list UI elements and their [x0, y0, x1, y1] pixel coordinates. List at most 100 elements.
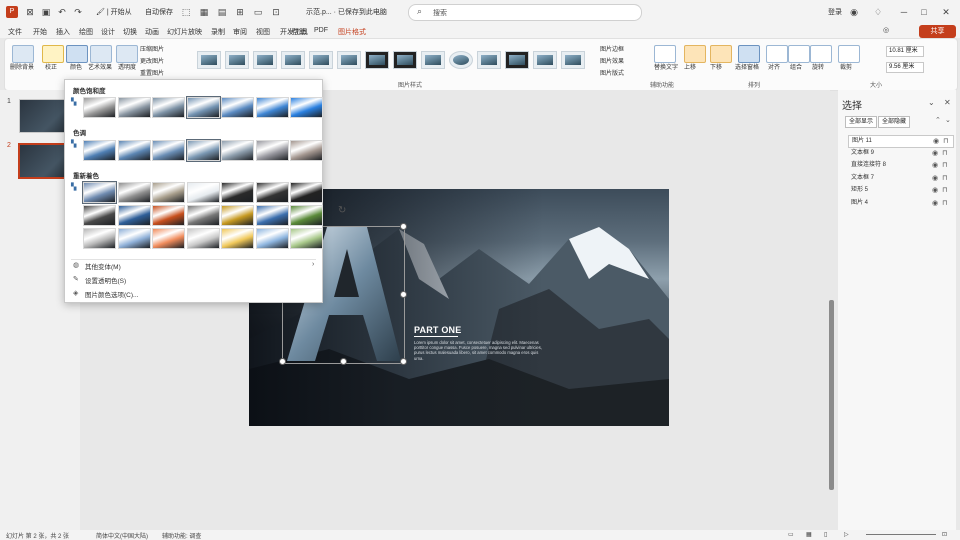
picture-style-11[interactable] — [477, 51, 501, 69]
picture-style-9[interactable] — [421, 51, 445, 69]
tone-swatch[interactable] — [185, 139, 221, 162]
recolor-swatch[interactable] — [221, 228, 254, 249]
recolor-swatch[interactable] — [290, 205, 323, 226]
lock-icon[interactable]: ⊓ — [942, 160, 947, 171]
picture-style-4[interactable] — [281, 51, 305, 69]
picture-style-14[interactable] — [561, 51, 585, 69]
slideshow-icon[interactable]: ▷ — [844, 531, 849, 538]
tab-file[interactable]: 文件 — [8, 27, 22, 37]
hide-all-button[interactable]: 全部隐藏 — [878, 116, 911, 128]
move-up-icon[interactable]: ⌃ — [935, 116, 941, 124]
tone-swatch[interactable] — [83, 140, 116, 161]
search-input[interactable]: 搜索 — [433, 8, 447, 18]
qa-icon-4[interactable]: ⊞ — [234, 6, 246, 18]
transparency-button[interactable] — [116, 45, 138, 63]
tone-swatch[interactable] — [290, 140, 323, 161]
picture-style-5[interactable] — [309, 51, 333, 69]
lock-icon[interactable]: ⊓ — [942, 185, 947, 196]
recolor-swatch[interactable] — [82, 181, 117, 204]
crop-button[interactable] — [838, 45, 860, 63]
tab-review[interactable]: 审阅 — [233, 27, 247, 37]
recolor-swatch[interactable] — [152, 182, 185, 203]
search-box[interactable]: ⌕ 搜索 — [408, 4, 642, 21]
bring-forward-button[interactable] — [684, 45, 706, 63]
recolor-swatch[interactable] — [83, 205, 116, 226]
picture-layout[interactable]: 图片版式 — [600, 68, 624, 77]
saturation-swatch[interactable] — [185, 96, 221, 119]
normal-view-icon[interactable]: ▭ — [788, 531, 794, 538]
reading-view-icon[interactable]: ▯ — [824, 531, 827, 538]
compress-pictures[interactable]: 压缩图片 — [140, 44, 164, 53]
visibility-eye-icon[interactable]: ◉ — [933, 136, 939, 147]
recolor-swatch[interactable] — [186, 228, 220, 249]
remove-background-button[interactable] — [12, 45, 34, 63]
lock-icon[interactable]: ⊓ — [942, 173, 947, 184]
resize-handle-r[interactable] — [400, 291, 407, 298]
tone-swatch[interactable] — [152, 140, 185, 161]
tab-view[interactable]: 视图 — [256, 27, 270, 37]
picture-style-6[interactable] — [337, 51, 361, 69]
tone-swatch[interactable] — [255, 140, 289, 161]
user-sign-in[interactable]: 登录 — [828, 7, 842, 17]
picture-style-10[interactable] — [449, 51, 473, 69]
picture-style-12[interactable] — [505, 51, 529, 69]
recolor-swatch[interactable] — [117, 182, 151, 203]
recolor-swatch[interactable] — [117, 228, 151, 249]
visibility-eye-icon[interactable]: ◉ — [932, 198, 938, 209]
resize-handle-br[interactable] — [400, 358, 407, 365]
tab-slideshow[interactable]: 幻灯片放映 — [167, 27, 202, 37]
accessibility-status[interactable]: 辅助功能: 调查 — [162, 531, 201, 540]
maximize-icon[interactable]: □ — [918, 6, 930, 18]
show-all-button[interactable]: 全部显示 — [845, 116, 878, 128]
tab-help[interactable]: 帮助 — [292, 27, 306, 37]
recolor-swatch[interactable] — [186, 182, 220, 203]
slide-part-title[interactable]: PART ONE — [414, 325, 461, 335]
tab-home[interactable]: 开始 — [33, 27, 47, 37]
qa-icon-2[interactable]: ▦ — [198, 6, 210, 18]
qa-icon-6[interactable]: ⊡ — [270, 6, 282, 18]
resize-handle-b[interactable] — [340, 358, 347, 365]
height-field[interactable]: 10.81 厘米 — [886, 46, 924, 57]
qa-icon-3[interactable]: ▤ — [216, 6, 228, 18]
change-picture[interactable]: 更改图片 — [140, 56, 164, 65]
resize-handle-tr[interactable] — [400, 223, 407, 230]
recolor-swatch[interactable] — [255, 205, 289, 226]
picture-style-7[interactable] — [365, 51, 389, 69]
visibility-eye-icon[interactable]: ◉ — [932, 173, 938, 184]
slide-sorter-icon[interactable]: ▦ — [806, 531, 812, 538]
close-icon[interactable]: ✕ — [940, 6, 952, 18]
rotate-handle-icon[interactable]: ↻ — [338, 205, 346, 216]
recolor-swatch[interactable] — [255, 228, 289, 249]
visibility-eye-icon[interactable]: ◉ — [932, 185, 938, 196]
saturation-swatch[interactable] — [255, 97, 289, 118]
document-title[interactable]: 示范.p... · 已保存到此电脑 — [306, 7, 387, 17]
slide-divider-line[interactable] — [414, 336, 458, 337]
recolor-swatch[interactable] — [290, 228, 323, 249]
lock-icon[interactable]: ⊓ — [942, 148, 947, 159]
picture-style-13[interactable] — [533, 51, 557, 69]
alt-text-button[interactable] — [654, 45, 676, 63]
share-button[interactable]: 共享 — [919, 25, 956, 38]
group-button[interactable] — [788, 45, 810, 63]
reset-picture[interactable]: 重置图片 — [140, 68, 164, 77]
autosave-toggle-icon[interactable]: ⊠ — [24, 6, 36, 18]
recolor-swatch[interactable] — [83, 228, 116, 249]
object-row[interactable]: 直接连接符 8 ◉ ⊓ — [848, 160, 952, 171]
format-painter-label[interactable]: 🖌 | 开始从 — [96, 7, 132, 17]
picture-effects[interactable]: 图片效果 — [600, 56, 624, 65]
recolor-swatch[interactable] — [221, 182, 254, 203]
tab-transitions[interactable]: 切换 — [123, 27, 137, 37]
tone-swatch[interactable] — [117, 140, 151, 161]
saturation-swatch[interactable] — [290, 97, 323, 118]
recolor-swatch[interactable] — [117, 205, 151, 226]
zoom-slider[interactable] — [866, 534, 936, 535]
picture-color-options-item[interactable]: 图片颜色选项(C)... — [85, 289, 138, 299]
selection-pane-button[interactable] — [738, 45, 760, 63]
lock-icon[interactable]: ⊓ — [943, 136, 948, 147]
picture-style-8[interactable] — [393, 51, 417, 69]
recolor-swatch[interactable] — [221, 205, 254, 226]
undo-icon[interactable]: ↶ — [56, 6, 68, 18]
align-button[interactable] — [766, 45, 788, 63]
object-row[interactable]: 文本框 9 ◉ ⊓ — [848, 148, 952, 159]
saturation-swatch[interactable] — [83, 97, 116, 118]
